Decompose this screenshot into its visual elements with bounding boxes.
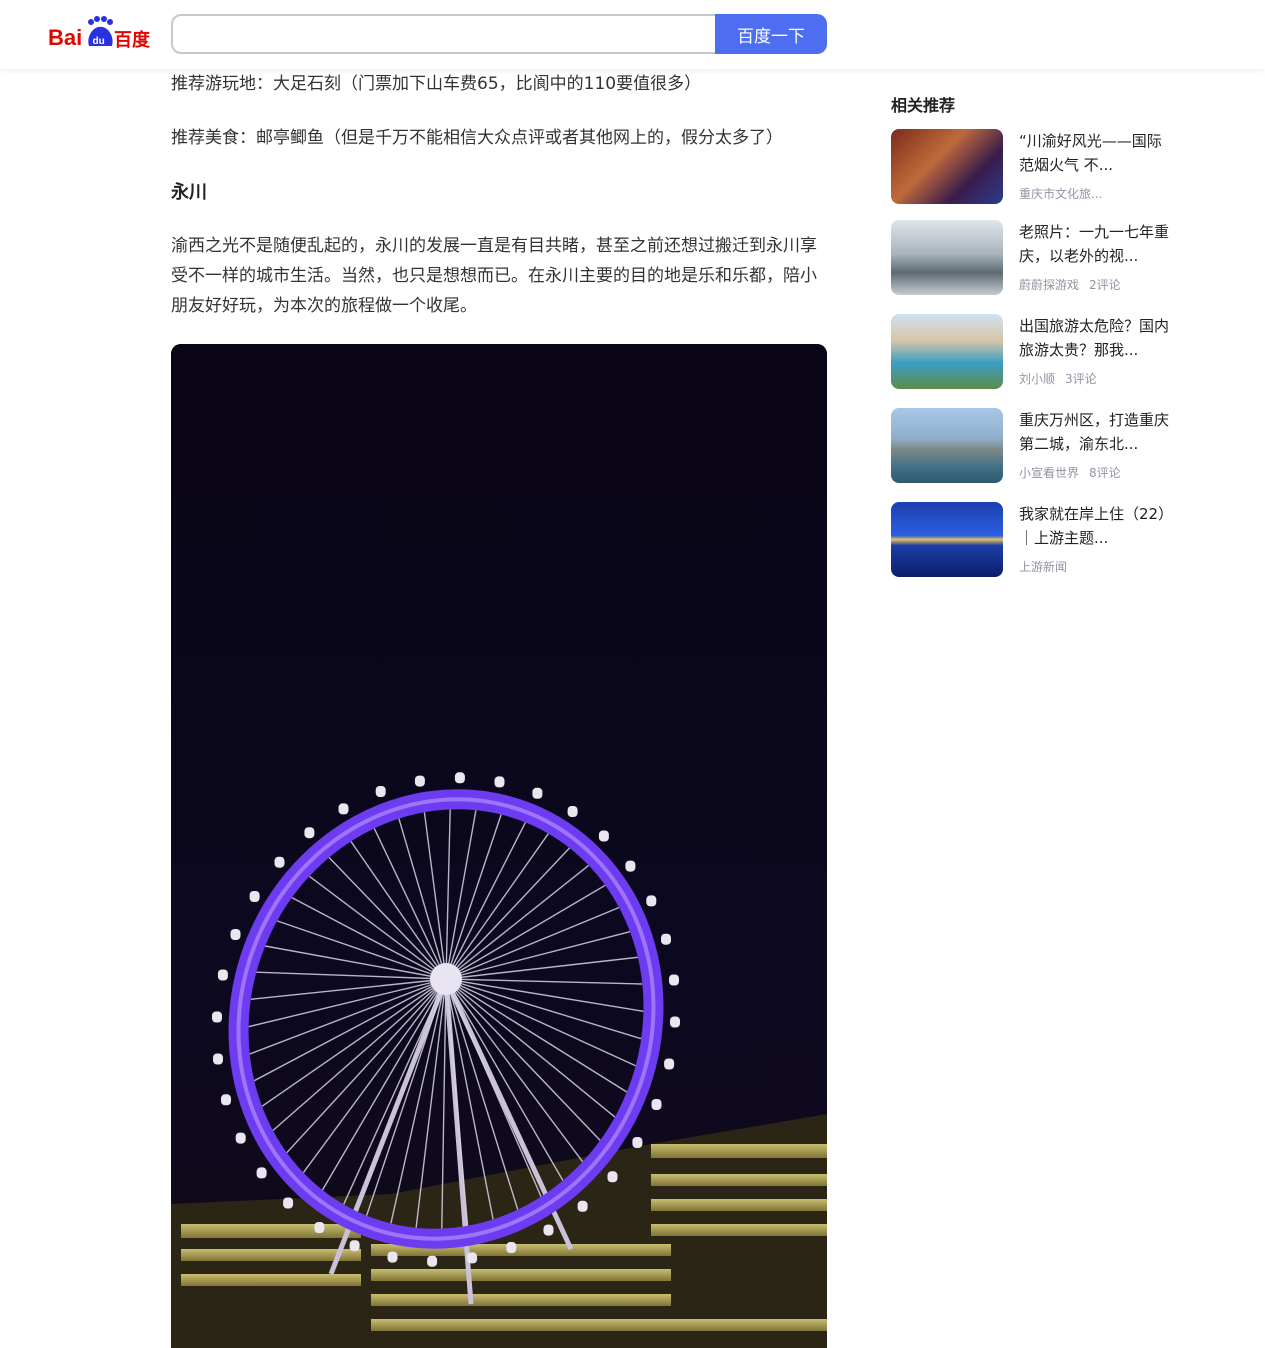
rec-meta: 蔚蔚探游戏 2评论: [1019, 276, 1121, 293]
paragraph-yongchuan: 渝西之光不是随便乱起的，永川的发展一直是有目共睹，甚至之前还想过搬迁到永川享受不…: [171, 236, 817, 316]
ferris-wheel-image: [171, 344, 827, 1348]
rec-meta: 刘小顺 3评论: [1019, 370, 1097, 387]
rec-title[interactable]: 老照片：一九一七年重庆，以老外的视...: [1019, 220, 1169, 268]
rec-source: 刘小顺: [1019, 372, 1056, 386]
svg-text:du: du: [93, 36, 105, 47]
rec-thumbnail[interactable]: [891, 502, 1003, 577]
rec-thumbnail[interactable]: [891, 220, 1003, 295]
ferris-wheel-photo[interactable]: [171, 344, 827, 1348]
search-input[interactable]: [173, 16, 715, 52]
rec-thumbnail[interactable]: [891, 314, 1003, 389]
rec-item[interactable]: 我家就在岸上住（22）｜上游主题... 上游新闻: [891, 502, 1181, 578]
svg-text:Bai: Bai: [48, 25, 82, 50]
rec-item[interactable]: 出国旅游太危险？国内旅游太贵？那我... 刘小顺 3评论: [891, 314, 1181, 390]
rec-meta: 小宣看世界 8评论: [1019, 464, 1121, 481]
rec-source: 上游新闻: [1019, 560, 1068, 574]
rec-thumbnail[interactable]: [891, 408, 1003, 483]
rec-comments: 8评论: [1089, 466, 1121, 480]
top-bar: Bai du 百度 百度一下: [0, 0, 1265, 69]
rec-title[interactable]: “川渝好风光——国际范烟火气 不...: [1019, 129, 1169, 177]
rec-title[interactable]: 出国旅游太危险？国内旅游太贵？那我...: [1019, 314, 1169, 362]
rec-source: 小宣看世界: [1019, 466, 1080, 480]
rec-source: 蔚蔚探游戏: [1019, 278, 1080, 292]
paragraph-recommended-attraction: 推荐游玩地：大足石刻（门票加下山车费65，比阆中的110要值很多）: [171, 74, 702, 94]
rec-source: 重庆市文化旅...: [1019, 187, 1103, 201]
rec-comments: 2评论: [1089, 278, 1121, 292]
rec-title[interactable]: 重庆万州区，打造重庆第二城，渝东北...: [1019, 408, 1169, 456]
rec-title[interactable]: 我家就在岸上住（22）｜上游主题...: [1019, 502, 1169, 550]
svg-text:百度: 百度: [114, 29, 151, 51]
search-box: [171, 14, 715, 54]
section-heading: 永川: [171, 182, 207, 203]
rec-thumbnail[interactable]: [891, 129, 1003, 204]
rec-item[interactable]: 重庆万州区，打造重庆第二城，渝东北... 小宣看世界 8评论: [891, 408, 1181, 484]
rec-meta: 上游新闻: [1019, 558, 1067, 575]
rec-meta: 重庆市文化旅...: [1019, 185, 1102, 202]
rec-item[interactable]: 老照片：一九一七年重庆，以老外的视... 蔚蔚探游戏 2评论: [891, 220, 1181, 296]
rec-comments: 3评论: [1065, 372, 1097, 386]
rec-item[interactable]: “川渝好风光——国际范烟火气 不... 重庆市文化旅...: [891, 129, 1181, 205]
paragraph-recommended-food: 推荐美食：邮亭鲫鱼（但是千万不能相信大众点评或者其他网上的，假分太多了）: [171, 128, 783, 148]
baidu-logo[interactable]: Bai du 百度: [48, 16, 154, 52]
search-button[interactable]: 百度一下: [715, 14, 827, 54]
sidebar-title: 相关推荐: [891, 96, 956, 115]
